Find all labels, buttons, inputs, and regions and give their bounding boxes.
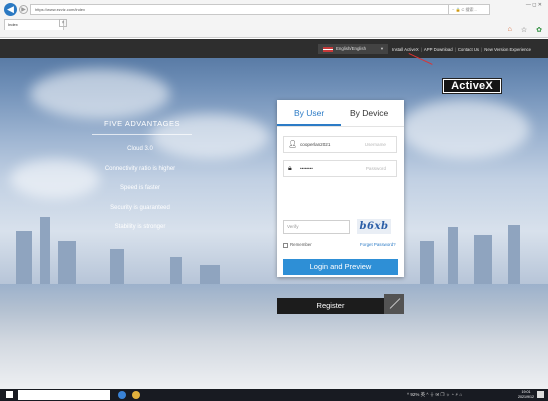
username-placeholder: Username (364, 142, 386, 147)
cloud-decoration (400, 99, 530, 159)
new-version-link[interactable]: New Version Experience (484, 47, 531, 52)
advantage-item: Stability is stronger (114, 224, 166, 230)
advantage-item: Cloud 3.0 (127, 146, 153, 152)
forgot-password-link[interactable]: Forget Password? (360, 242, 396, 248)
building-decoration (508, 225, 520, 291)
username-field[interactable]: 👤︎ cooperlan2021 Username (283, 136, 397, 153)
home-icon[interactable]: ⌂ (508, 26, 512, 34)
remember-checkbox[interactable]: Remember (283, 242, 312, 248)
building-decoration (448, 227, 458, 291)
password-value: •••••••• (300, 166, 313, 171)
captcha-image[interactable]: b6xb (357, 219, 391, 234)
cloud-decoration (10, 159, 100, 199)
building-decoration (474, 235, 492, 291)
window-controls[interactable]: — ◻ ✕ (526, 1, 542, 10)
address-bar[interactable]: https://www.ezviz.com/index (30, 4, 470, 15)
browser-toolbar-icons: ⌂ ☆ ✿ (508, 26, 542, 34)
building-decoration (40, 217, 50, 291)
advantages-title: FIVE ADVANTAGES (104, 119, 180, 128)
address-search[interactable]: ~ 🔒 C 搜索... (448, 4, 490, 15)
browser-app-icon[interactable] (118, 391, 126, 399)
password-placeholder: Password (365, 166, 386, 171)
language-select[interactable]: English/English ▼ (318, 44, 388, 54)
tab-by-device[interactable]: By Device (350, 108, 388, 118)
lock-icon: 🔒︎ (288, 165, 292, 172)
site-viewport: English/English ▼ Install ActiveX | APP … (0, 39, 548, 389)
verify-input[interactable]: Verify (283, 220, 350, 234)
username-value: cooperlan2021 (300, 142, 331, 147)
login-card: By User By Device 👤︎ cooperlan2021 Usern… (277, 100, 404, 277)
clock[interactable]: 19:01 2021/9/12 (518, 390, 534, 400)
language-label: English/English (336, 46, 367, 51)
tab-divider (277, 126, 404, 127)
user-icon: 👤︎ (288, 141, 297, 148)
gear-icon[interactable]: ✿ (536, 26, 542, 34)
advantage-item: Security is guaranteed (110, 205, 170, 211)
contact-us-link[interactable]: Contact Us (458, 47, 479, 52)
back-arrow-icon[interactable]: ◀ (4, 3, 17, 16)
active-tab-indicator (277, 124, 341, 126)
link-separator: | (481, 46, 483, 52)
system-tray[interactable]: ^ 92% 英 ^ ⏚ ✉ ❐ ☼ ◔ ⚡ ⌂ (407, 391, 517, 399)
notification-icon[interactable] (537, 391, 544, 398)
ground-decoration (0, 284, 548, 389)
chevron-down-icon: ▼ (380, 46, 384, 51)
advantage-item: Speed is faster (119, 185, 161, 191)
tab-by-user[interactable]: By User (294, 108, 324, 118)
browser-tab[interactable]: Index (4, 19, 64, 30)
flag-icon (323, 47, 333, 52)
favorites-icon[interactable]: ☆ (521, 26, 527, 34)
remember-label: Remember (290, 242, 312, 247)
new-tab-button[interactable]: × (59, 19, 67, 27)
browser-chrome: ◀ ▶ https://www.ezviz.com/index ~ 🔒 C 搜索… (0, 0, 548, 38)
activex-annotation-label: ActiveX (444, 80, 500, 92)
explorer-app-icon[interactable] (132, 391, 140, 399)
building-decoration (16, 231, 32, 291)
topbar-links: Install ActiveX | APP Download | Contact… (392, 44, 548, 54)
forward-arrow-icon[interactable]: ▶ (19, 5, 28, 14)
login-button[interactable]: Login and Preview (283, 259, 398, 275)
password-field[interactable]: 🔒︎ •••••••• Password (283, 160, 397, 177)
link-separator: | (454, 46, 456, 52)
activex-annotation: ActiveX (442, 78, 502, 94)
checkbox-icon (283, 242, 288, 248)
install-activex-link[interactable]: Install ActiveX (392, 47, 419, 52)
cloud-decoration (30, 69, 170, 119)
register-button[interactable]: Register (277, 298, 384, 314)
advantages-divider (92, 134, 192, 135)
taskbar: ^ 92% 英 ^ ⏚ ✉ ❐ ☼ ◔ ⚡ ⌂ 19:01 2021/9/12 (0, 389, 548, 401)
resize-corner-icon (384, 294, 404, 314)
advantage-item: Connectivity ratio is higher (104, 166, 176, 172)
app-download-link[interactable]: APP Download (424, 47, 453, 52)
link-separator: | (420, 46, 422, 52)
taskbar-search[interactable] (18, 390, 110, 400)
windows-start-icon[interactable] (6, 391, 13, 398)
clock-date: 2021/9/12 (518, 395, 534, 399)
